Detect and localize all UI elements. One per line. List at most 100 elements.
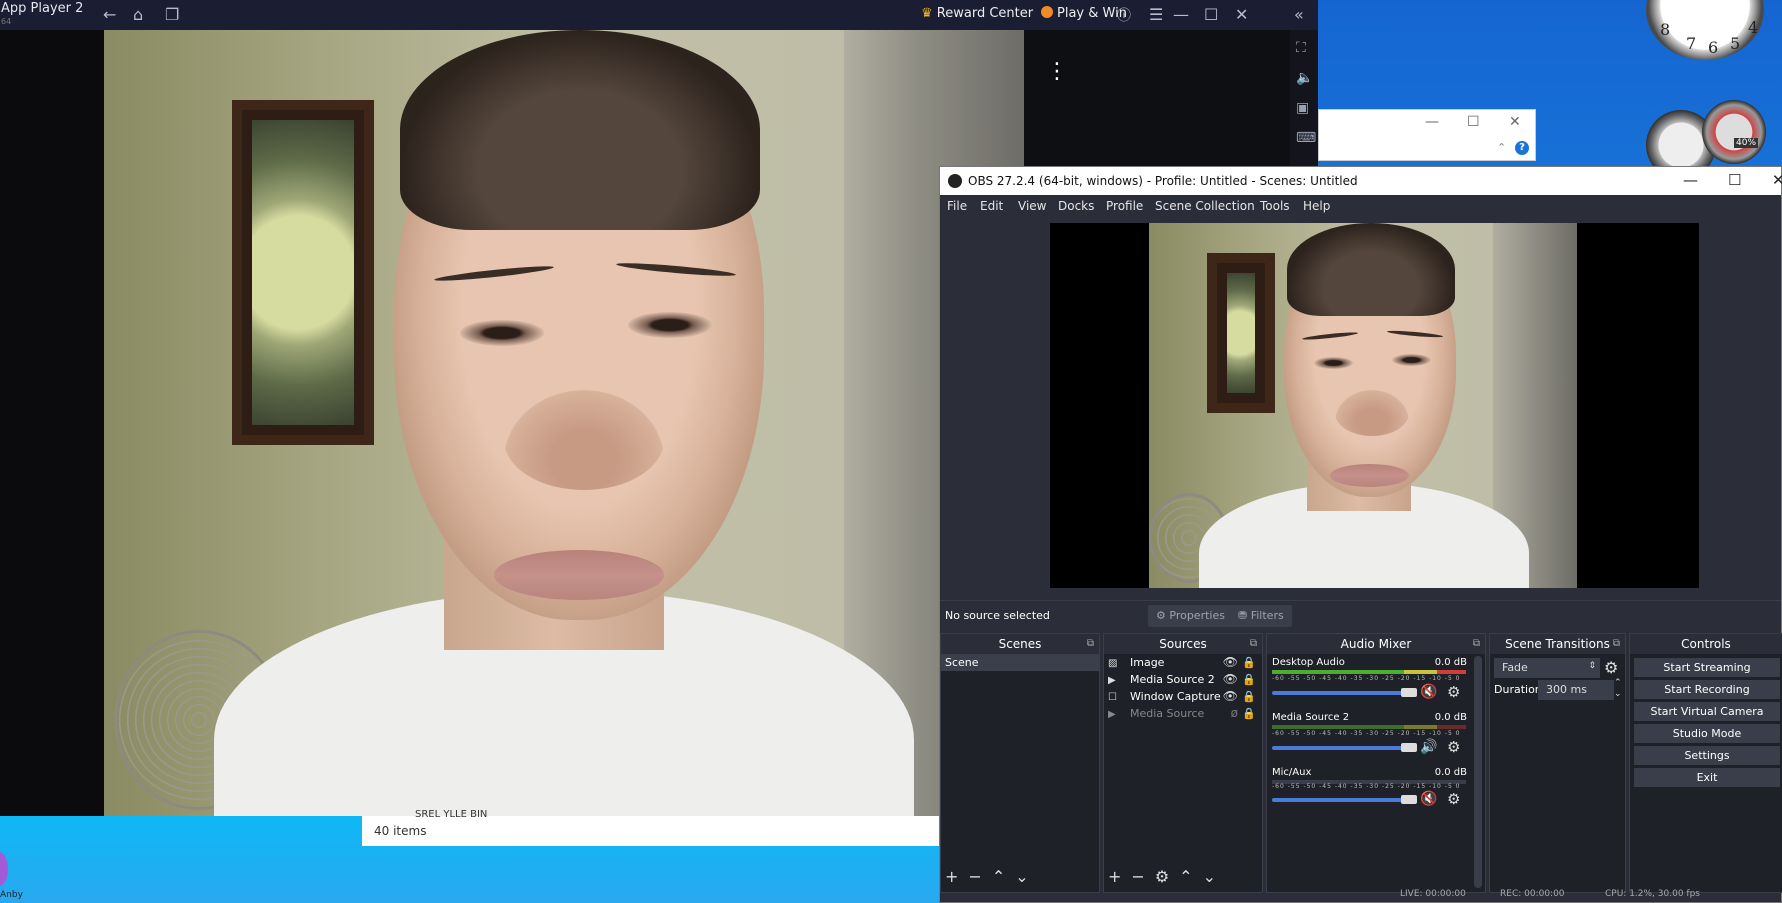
preview-canvas[interactable] [1050,223,1699,588]
chevron-up-icon[interactable]: ⌃ [1497,141,1506,154]
studio-mode-button[interactable]: Studio Mode [1634,724,1780,743]
source-item[interactable]: ▶ Media Source ø 🔒 [1104,705,1262,722]
source-item[interactable]: ▶ Media Source 2 👁 🔒 [1104,671,1262,688]
remove-icon[interactable]: − [968,867,991,886]
help-icon[interactable]: ⓘ [1117,5,1131,25]
scene-transitions-dock: Scene Transitions ⧉ Fade ⇕ ⚙ Duration 300… [1489,633,1626,893]
volume-icon[interactable]: 🔈 [1296,70,1313,86]
volume-meter [1272,670,1466,674]
undock-icon[interactable]: ⧉ [1473,638,1480,649]
source-item[interactable]: ▨ Image 👁 🔒 [1104,654,1262,671]
move-down-icon[interactable]: ⌄ [1015,867,1038,886]
minimize-icon[interactable]: — [1173,5,1189,24]
transition-select[interactable]: Fade ⇕ [1494,658,1600,678]
obs-logo-icon [948,174,962,188]
volume-slider[interactable] [1272,746,1412,750]
volume-meter [1272,725,1466,729]
reward-center-button[interactable]: ♛ Reward Center [921,6,1033,21]
volume-slider[interactable] [1272,798,1412,802]
start-recording-button[interactable]: Start Recording [1634,680,1780,699]
move-up-icon[interactable]: ⌃ [1179,867,1202,886]
settings-button[interactable]: Settings [1634,746,1780,765]
maximize-icon[interactable]: ☐ [1467,114,1480,130]
source-label: Window Capture [1130,690,1221,703]
gear-icon[interactable]: ⚙ [1447,738,1460,756]
menu-tools[interactable]: Tools [1260,199,1290,213]
menu-edit[interactable]: Edit [980,199,1003,213]
help-icon[interactable]: ? [1515,141,1529,155]
undock-icon[interactable]: ⧉ [1087,638,1094,649]
lock-icon[interactable]: 🔒 [1242,671,1256,688]
volume-slider-knob[interactable] [1401,795,1417,804]
collapse-sidebar-icon[interactable]: « [1294,5,1304,24]
speaker-icon[interactable]: 🔊 [1420,739,1437,755]
lock-icon[interactable]: 🔒 [1242,688,1256,705]
undock-icon[interactable]: ⧉ [1613,638,1620,649]
menu-help[interactable]: Help [1303,199,1330,213]
gauge-percent: 40% [1734,138,1759,148]
gear-icon[interactable]: ⚙ [1155,867,1179,886]
volume-slider[interactable] [1272,691,1412,695]
maximize-icon[interactable]: ☐ [1728,171,1741,189]
menu-docks[interactable]: Docks [1058,199,1094,213]
exit-button[interactable]: Exit [1634,768,1780,787]
fullscreen-icon[interactable]: ⛶ [1296,40,1306,56]
start-virtual-camera-button[interactable]: Start Virtual Camera [1634,702,1780,721]
lock-icon[interactable]: 🔒 [1242,705,1256,722]
gear-icon[interactable]: ⚙ [1604,658,1618,677]
start-streaming-button[interactable]: Start Streaming [1634,658,1780,677]
rec-status: REC: 00:00:00 [1500,889,1565,899]
more-options-icon[interactable]: ⋮ [1046,61,1068,83]
back-icon[interactable]: ← [103,5,116,24]
filters-button[interactable]: ⛃ Filters [1230,605,1292,627]
menu-profile[interactable]: Profile [1106,199,1143,213]
move-down-icon[interactable]: ⌄ [1203,867,1226,886]
play-win-button[interactable]: Play & Win [1041,6,1127,21]
source-item[interactable]: ☐ Window Capture 👁 🔒 [1104,688,1262,705]
scene-item[interactable]: Scene [941,654,1099,671]
visibility-icon[interactable]: 👁 [1223,688,1238,705]
muted-speaker-icon[interactable]: 🔇 [1420,684,1437,700]
visibility-icon[interactable]: 👁 [1223,671,1238,688]
controls-dock: Controls Start Streaming Start Recording… [1629,633,1782,893]
lock-icon[interactable]: 🔒 [1242,654,1256,671]
multi-instance-icon[interactable]: ❐ [165,5,179,24]
maximize-icon[interactable]: ☐ [1204,5,1218,24]
menu-scene-collection[interactable]: Scene Collection [1155,199,1255,213]
minimize-icon[interactable]: — [1425,114,1439,130]
crown-icon: ♛ [921,6,933,21]
source-label: Media Source [1130,707,1205,720]
source-context-bar: No source selected ⚙ Properties ⛃ Filter… [940,600,1781,630]
gear-icon[interactable]: ⚙ [1447,790,1460,808]
close-icon[interactable]: ✕ [1509,114,1521,130]
add-icon[interactable]: + [1108,867,1131,886]
sources-toolbar: +−⚙⌃⌄ [1108,867,1226,886]
volume-slider-knob[interactable] [1401,688,1417,697]
menu-icon[interactable]: ☰ [1149,5,1163,24]
add-icon[interactable]: + [945,867,968,886]
gear-icon[interactable]: ⚙ [1447,683,1460,701]
visibility-icon[interactable]: 👁 [1223,654,1238,671]
app-title-bar: App Player 2 64 ← ⌂ ❐ ♛ Reward Center Pl… [0,0,1318,30]
close-icon[interactable]: ✕ [1772,171,1782,189]
properties-button[interactable]: ⚙ Properties [1148,605,1233,627]
home-icon[interactable]: ⌂ [133,5,143,24]
keyboard-icon[interactable]: ⌨ [1296,130,1316,146]
hidden-icon[interactable]: ø [1231,705,1238,722]
duration-input[interactable]: 300 ms [1538,680,1614,700]
obs-window: OBS 27.2.4 (64-bit, windows) - Profile: … [939,166,1782,903]
source-label: Image [1130,656,1165,669]
spin-icon[interactable]: ⌃ ⌄ [1614,678,1622,700]
undock-icon[interactable]: ⧉ [1250,638,1257,649]
move-up-icon[interactable]: ⌃ [992,867,1015,886]
menu-file[interactable]: File [947,199,967,213]
muted-speaker-icon[interactable]: 🔇 [1420,791,1437,807]
media-icon[interactable]: ▣ [1296,100,1309,116]
mixer-scrollbar[interactable] [1474,656,1482,888]
minimize-icon[interactable]: — [1683,171,1698,189]
no-source-label: No source selected [945,609,1050,622]
close-icon[interactable]: ✕ [1235,5,1248,24]
remove-icon[interactable]: − [1131,867,1154,886]
volume-slider-knob[interactable] [1401,743,1417,752]
menu-view[interactable]: View [1018,199,1046,213]
